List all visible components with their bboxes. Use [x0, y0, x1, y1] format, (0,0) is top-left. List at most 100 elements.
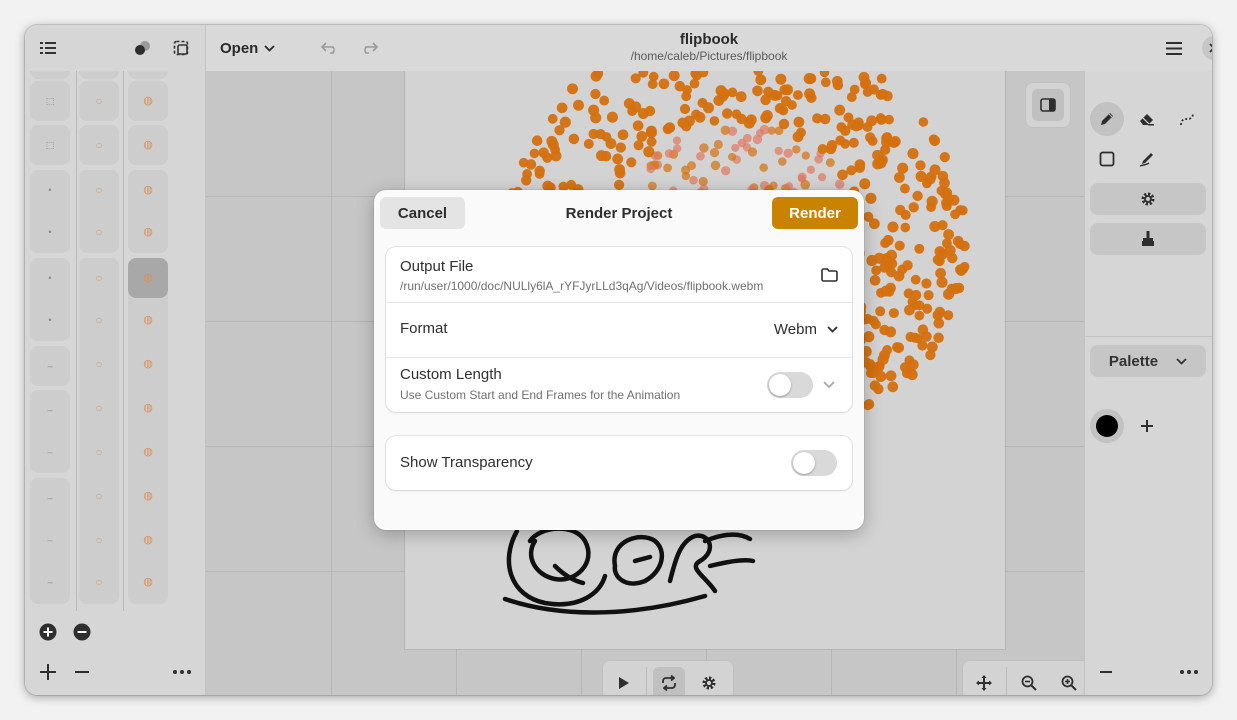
- frame-thumbnail[interactable]: ○: [79, 520, 119, 560]
- open-button[interactable]: Open: [220, 36, 275, 60]
- frame-thumbnail[interactable]: –: [30, 346, 70, 386]
- frame-thumbnail[interactable]: ◍: [128, 125, 168, 165]
- add-layer-icon[interactable]: [37, 621, 59, 643]
- palette-more-icon[interactable]: [1177, 661, 1201, 683]
- tool-settings-button[interactable]: [1090, 183, 1206, 215]
- custom-length-row[interactable]: Custom Length Use Custom Start and End F…: [386, 358, 852, 412]
- zoom-in-icon[interactable]: [1053, 667, 1084, 695]
- frame-thumbnail[interactable]: –: [30, 562, 70, 602]
- frame-group[interactable]: • •: [30, 170, 70, 253]
- remove-frame-icon[interactable]: [71, 661, 93, 683]
- current-color-swatch[interactable]: [1090, 409, 1124, 443]
- frame-group[interactable]: [128, 71, 168, 79]
- frame-group[interactable]: ◍: [128, 125, 168, 165]
- frame-thumbnail[interactable]: ○: [79, 81, 119, 121]
- render-button[interactable]: Render: [772, 197, 858, 229]
- frame-thumbnail[interactable]: ◍: [128, 476, 168, 516]
- frame-thumbnail[interactable]: ⬚: [30, 81, 70, 121]
- folder-icon[interactable]: [818, 265, 840, 285]
- custom-length-switch[interactable]: [767, 372, 813, 398]
- add-frame-icon[interactable]: [37, 661, 59, 683]
- cancel-button[interactable]: Cancel: [380, 197, 465, 229]
- frame-thumbnail[interactable]: •: [30, 212, 70, 252]
- frame-thumbnail[interactable]: •: [30, 170, 70, 210]
- frame-group[interactable]: ○ ○: [79, 170, 119, 253]
- frame-group[interactable]: ⬚: [30, 125, 70, 165]
- brush-options-button[interactable]: [1090, 223, 1206, 255]
- chevron-down-icon: [827, 326, 838, 333]
- expand-chevron-icon[interactable]: [820, 378, 838, 392]
- frame-group[interactable]: ○: [79, 125, 119, 165]
- show-transparency-switch[interactable]: [791, 450, 837, 476]
- frame-thumbnail[interactable]: –: [30, 432, 70, 472]
- frame-thumbnail-selected[interactable]: ◍: [128, 258, 168, 298]
- frame-thumbnail[interactable]: –: [30, 520, 70, 560]
- frame-thumbnail[interactable]: ◍: [128, 562, 168, 602]
- frame-thumbnail[interactable]: ◍: [128, 300, 168, 340]
- frame-thumbnail[interactable]: –: [30, 478, 70, 518]
- frame-thumbnail[interactable]: ◍: [128, 81, 168, 121]
- dialog-title: Render Project: [565, 205, 673, 222]
- frame-thumbnail[interactable]: ○: [79, 344, 119, 384]
- palette-dropdown[interactable]: Palette: [1090, 345, 1206, 377]
- frame-thumbnail[interactable]: ⬚: [30, 125, 70, 165]
- playback-settings-gear-icon[interactable]: [693, 667, 725, 695]
- frame-thumbnail[interactable]: –: [30, 390, 70, 430]
- format-row[interactable]: Format Webm: [386, 303, 852, 357]
- frame-thumbnail[interactable]: ◍: [128, 212, 168, 252]
- frame-thumbnail[interactable]: ○: [79, 388, 119, 428]
- frame-group[interactable]: ◍ ◍ ◍ ◍ ◍ ◍ ◍ ◍: [128, 258, 168, 604]
- frame-thumbnail[interactable]: ○: [79, 258, 119, 298]
- frame-group[interactable]: ⬚: [30, 81, 70, 121]
- frame-group[interactable]: – –: [30, 390, 70, 473]
- frame-group[interactable]: [79, 71, 119, 79]
- frame-thumbnail[interactable]: ○: [79, 432, 119, 472]
- frame-group[interactable]: • •: [30, 258, 70, 341]
- frame-group[interactable]: [30, 71, 70, 79]
- onion-skin-icon[interactable]: [128, 36, 156, 60]
- frame-group[interactable]: ◍: [128, 81, 168, 121]
- remove-layer-icon[interactable]: [71, 621, 93, 643]
- frame-select-icon[interactable]: [167, 36, 195, 60]
- show-transparency-row[interactable]: Show Transparency: [386, 436, 852, 490]
- main-menu-icon[interactable]: [1160, 36, 1188, 60]
- play-icon[interactable]: [608, 667, 640, 695]
- frame-thumbnail[interactable]: ○: [79, 562, 119, 602]
- frame-group[interactable]: ○ ○ ○ ○ ○ ○ ○ ○: [79, 258, 119, 604]
- frame-thumbnail[interactable]: •: [30, 300, 70, 340]
- rectangle-tool-icon[interactable]: [1090, 142, 1124, 176]
- frame-thumbnail[interactable]: ◍: [128, 344, 168, 384]
- frame-group[interactable]: – – –: [30, 478, 70, 604]
- frame-thumbnail[interactable]: ◍: [128, 520, 168, 560]
- undo-icon[interactable]: [318, 36, 342, 60]
- pan-move-icon[interactable]: [968, 667, 1000, 695]
- frame-thumbnail[interactable]: ○: [79, 476, 119, 516]
- remove-color-icon[interactable]: [1095, 661, 1117, 683]
- path-tool-icon[interactable]: [1170, 102, 1204, 136]
- frame-thumbnail[interactable]: ◍: [128, 170, 168, 210]
- frame-group[interactable]: ◍ ◍: [128, 170, 168, 253]
- add-color-icon[interactable]: [1130, 409, 1164, 443]
- sidebar-toggle-icon[interactable]: [1032, 89, 1064, 121]
- zoom-out-icon[interactable]: [1013, 667, 1045, 695]
- frame-thumbnail[interactable]: ○: [79, 125, 119, 165]
- frame-group[interactable]: ○: [79, 81, 119, 121]
- frame-thumbnail[interactable]: ○: [79, 170, 119, 210]
- eraser-tool-icon[interactable]: [1130, 102, 1164, 136]
- more-options-icon[interactable]: [170, 661, 194, 683]
- frame-thumbnail[interactable]: ○: [79, 300, 119, 340]
- pencil-tool-icon[interactable]: [1090, 102, 1124, 136]
- format-dropdown[interactable]: Webm: [774, 321, 838, 338]
- output-file-row[interactable]: Output File /run/user/1000/doc/NULly6lA_…: [386, 247, 852, 302]
- redo-icon[interactable]: [357, 36, 381, 60]
- close-icon[interactable]: [1202, 36, 1212, 60]
- loop-icon[interactable]: [653, 667, 685, 695]
- frame-group[interactable]: –: [30, 346, 70, 386]
- frame-thumbnail[interactable]: ○: [79, 212, 119, 252]
- frame-thumbnail[interactable]: ◍: [128, 432, 168, 472]
- frame-thumbnail[interactable]: ◍: [128, 388, 168, 428]
- frame-thumbnail[interactable]: •: [30, 258, 70, 298]
- timeline-header: [25, 25, 205, 71]
- layers-list-icon[interactable]: [34, 36, 62, 60]
- smudge-brush-tool-icon[interactable]: [1130, 142, 1164, 176]
